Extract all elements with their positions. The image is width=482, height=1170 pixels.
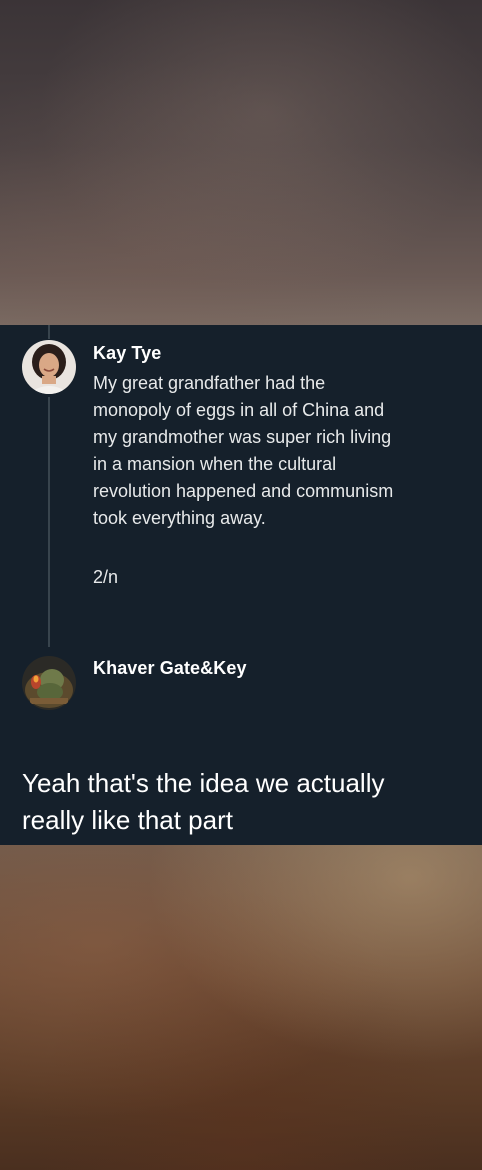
blurred-video-background-top [0,0,482,325]
tweet-thread-panel: Kay Tye My great grandfather had the mon… [0,325,482,845]
tweet-text-line: my grandmother was super rich living [93,427,392,447]
reply-author-name[interactable]: Khaver Gate&Key [93,658,247,679]
avatar[interactable] [22,340,76,394]
tweet-text-line: My great grandfather had the [93,373,326,393]
thread-connector-line [48,397,50,647]
screenshot-frame: Kay Tye My great grandfather had the mon… [0,0,482,1170]
avatar[interactable] [22,656,76,710]
tweet-body: My great grandfather had the monopoly of… [93,370,473,532]
thread-connector-line [48,325,50,339]
video-caption: Yeah that's the idea we actually really … [22,765,477,839]
blurred-video-background-bottom [0,845,482,1170]
caption-line: really like that part [22,805,233,835]
caption-line: Yeah that's the idea we actually [22,768,385,798]
tweet-text-line: in a mansion when the cultural [93,454,337,474]
thread-count: 2/n [93,567,119,587]
tweet-text-line: took everything away. [93,508,266,528]
tweet-text-line: revolution happened and communism [93,481,394,501]
tweet-author-name[interactable]: Kay Tye [93,343,161,364]
tweet-text-line: monopoly of eggs in all of China and [93,400,385,420]
